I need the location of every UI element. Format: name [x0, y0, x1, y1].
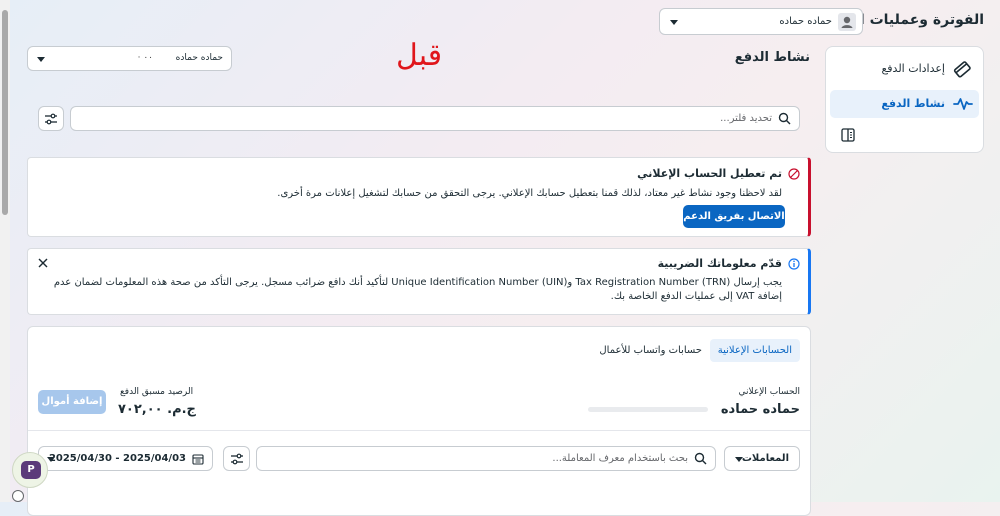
activity-icon [953, 98, 973, 110]
add-funds-button[interactable]: إضافة أموال [38, 390, 106, 414]
blocked-icon [788, 168, 800, 180]
search-icon [694, 452, 707, 465]
ad-account-name: حماده حماده [720, 402, 800, 417]
close-icon[interactable] [38, 258, 48, 268]
filter-settings-button[interactable] [38, 106, 64, 131]
sidebar-item-label: نشاط الدفع [881, 97, 945, 110]
before-annotation: قبل [396, 38, 443, 73]
panel-toggle-icon [841, 128, 855, 142]
search-icon [778, 112, 791, 125]
transaction-search-input[interactable]: بحث باستخدام معرف المعاملة... [256, 446, 716, 471]
tax-info-alert: قدّم معلوماتك الضريبية يجب إرسال Tax Reg… [27, 248, 811, 315]
tab-ad-accounts[interactable]: الحسابات الإعلانية [709, 339, 800, 362]
chevron-down-icon [47, 457, 55, 462]
calendar-icon [192, 454, 204, 465]
sliders-icon [231, 453, 243, 465]
divider [28, 430, 810, 431]
transactions-type-value: المعاملات [741, 453, 789, 464]
account-selector[interactable]: حماده حماده [659, 8, 863, 35]
chevron-down-icon [670, 20, 678, 25]
alert-body: يجب إرسال Tax Registration Number (TRN) … [53, 277, 782, 302]
tab-whatsapp-accounts[interactable]: حسابات واتساب للأعمال [599, 345, 702, 356]
filter-placeholder: تحديد فلتر... [720, 113, 772, 124]
avatar [838, 13, 856, 31]
user-icon [841, 16, 853, 28]
transactions-type-dropdown[interactable]: المعاملات [724, 446, 800, 471]
account-selector-value: حماده حماده [779, 16, 832, 27]
account-disabled-alert: تم تعطيل الحساب الإعلاني لقد لاحظنا وجود… [27, 157, 811, 237]
date-range-picker[interactable]: 2025/04/03 - 2025/04/30 [38, 446, 213, 471]
transaction-search-placeholder: بحث باستخدام معرف المعاملة... [552, 453, 688, 464]
prepaid-balance-value: ج.م. ٧٠٢,٠٠ [118, 402, 196, 417]
ad-account-dropdown[interactable]: حماده حماده ٠٠ · [27, 46, 232, 71]
sidebar-item-label: إعدادات الدفع [881, 62, 945, 75]
vertical-scrollbar[interactable] [0, 0, 10, 502]
accounts-card: الحسابات الإعلانية حسابات واتساب للأعمال… [27, 326, 811, 516]
sidebar-collapse-button[interactable] [830, 125, 979, 149]
ad-account-label: الحساب الإعلاني [738, 387, 800, 397]
sidebar: إعدادات الدفع نشاط الدفع [825, 46, 984, 153]
scrollbar-thumb[interactable] [2, 10, 8, 215]
sidebar-item-payment-settings[interactable]: إعدادات الدفع [830, 55, 979, 83]
filter-search-input[interactable]: تحديد فلتر... [70, 106, 800, 131]
ad-account-id-blurred [588, 407, 708, 412]
chevron-down-icon [37, 57, 45, 62]
date-range-value: 2025/04/03 - 2025/04/30 [48, 453, 186, 464]
alert-title: قدّم معلوماتك الضريبية [657, 257, 782, 270]
alert-body: لقد لاحظنا وجود نشاط غير معتاد، لذلك قمن… [277, 188, 782, 199]
credit-card-icon [953, 61, 971, 78]
globe-icon[interactable] [12, 490, 24, 502]
floating-chat-widget[interactable]: P [12, 452, 48, 488]
contact-support-button[interactable]: الاتصال بفريق الدعم [683, 205, 785, 228]
sidebar-item-payment-activity[interactable]: نشاط الدفع [830, 90, 979, 118]
chat-bubble-icon: P [21, 461, 41, 479]
ad-account-dropdown-value: حماده حماده [175, 53, 223, 63]
info-icon [788, 258, 800, 270]
alert-title: تم تعطيل الحساب الإعلاني [637, 167, 782, 180]
prepaid-balance-label: الرصيد مسبق الدفع [120, 387, 194, 397]
sliders-icon [45, 113, 57, 125]
page-title: نشاط الدفع [734, 50, 810, 65]
transactions-filter-button[interactable] [223, 446, 250, 471]
chevron-down-icon [735, 457, 743, 462]
ad-account-masked-id: ٠٠ · [137, 53, 153, 63]
